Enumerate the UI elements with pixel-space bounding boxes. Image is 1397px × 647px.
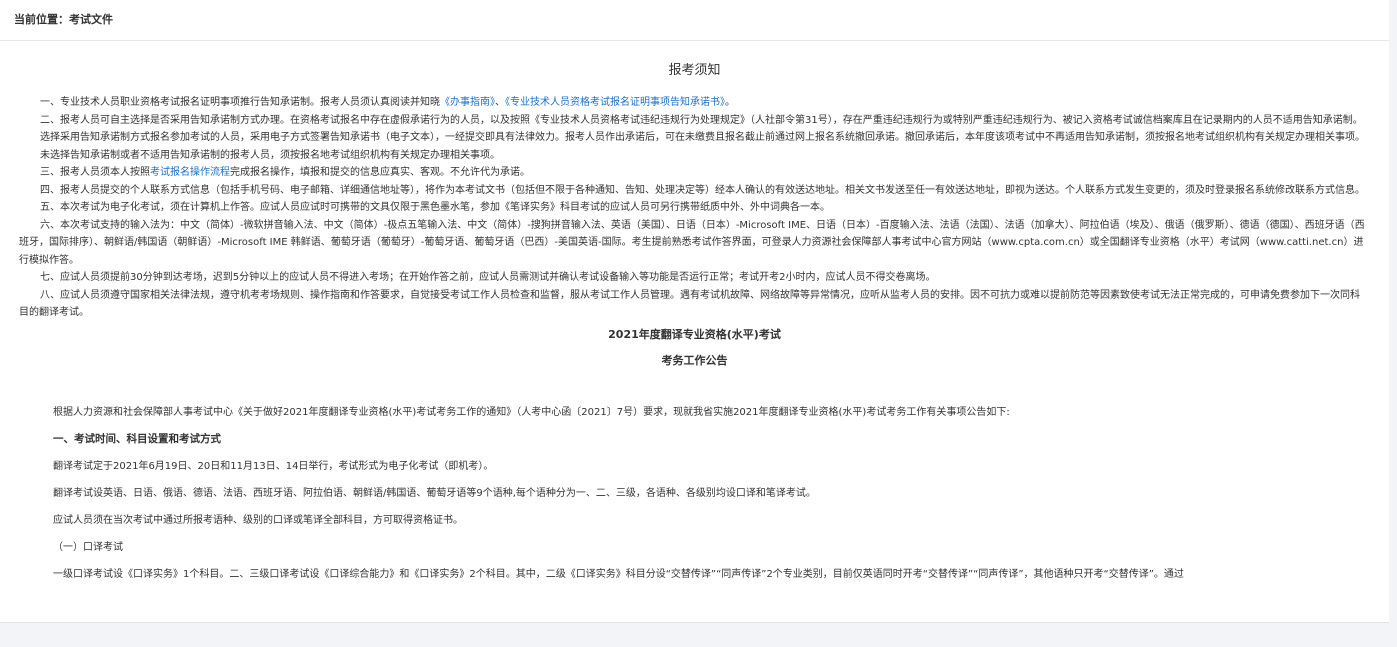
notice-text: 三、报考人员须本人按照 bbox=[40, 167, 150, 178]
page-title: 报考须知 bbox=[668, 63, 721, 78]
notice-text: 完成报名操作，填报和提交的信息应真实、客观。不允许代为承诺。 bbox=[230, 167, 530, 178]
notice-item-5: 三、报考人员须本人按照考试报名操作流程完成报名操作，填报和提交的信息应真实、客观… bbox=[19, 164, 1367, 182]
announcement-subtitle: 考务工作公告 bbox=[661, 353, 728, 367]
notice-text: 。 bbox=[725, 97, 735, 108]
subsection-heading: （一）口译考试 bbox=[53, 541, 123, 553]
notice-item-3: 选择采用告知承诺制方式报名参加考试的人员，采用电子方式签署告知承诺书（电子文本）… bbox=[40, 132, 1365, 143]
registration-process-link[interactable]: 考试报名操作流程 bbox=[150, 167, 230, 178]
notice-item-4: 未选择告知承诺制或者不适用告知承诺制的报考人员，须按报名地考试组织机构有关规定办… bbox=[40, 149, 500, 161]
announcement-paragraph: 应试人员须在当次考试中通过所报考语种、级别的口译或笔译全部科目，方可取得资格证书… bbox=[53, 514, 463, 526]
breadcrumb: 当前位置：考试文件 bbox=[0, 0, 1389, 41]
announcement-body: 根据人力资源和社会保障部人事考试中心《关于做好2021年度翻译专业资格(水平)考… bbox=[0, 399, 1389, 588]
vertical-scrollbar[interactable] bbox=[1389, 0, 1397, 647]
notice-item-2: 二、报考人员可自主选择是否采用告知承诺制方式办理。在资格考试报名中存在虚假承诺行… bbox=[40, 114, 1363, 126]
announcement-paragraph: 翻译考试定于2021年6月19日、20日和11月13日、14日举行，考试形式为电… bbox=[53, 460, 494, 472]
announcement-paragraph: 翻译考试设英语、日语、俄语、德语、法语、西班牙语、阿拉伯语、朝鲜语/韩国语、葡萄… bbox=[53, 487, 816, 499]
notice-text: 、 bbox=[495, 97, 505, 108]
notice-text: 一、专业技术人员职业资格考试报名证明事项推行告知承诺制。报考人员须认真阅读并知晓 bbox=[40, 97, 440, 108]
content-frame: 当前位置：考试文件 报考须知 一、专业技术人员职业资格考试报名证明事项推行告知承… bbox=[0, 0, 1390, 623]
guide-link[interactable]: 《办事指南》 bbox=[440, 97, 495, 108]
notice-item-8: 六、本次考试支持的输入法为：中文（简体）-微软拼音输入法、中文（简体）-极点五笔… bbox=[19, 219, 1365, 266]
notice-item-6: 四、报考人员提交的个人联系方式信息（包括手机号码、电子邮箱、详细通信地址等），将… bbox=[40, 184, 1365, 196]
announcement-paragraph: 一级口译考试设《口译实务》1个科目。二、三级口译考试设《口译综合能力》和《口译实… bbox=[53, 568, 1184, 580]
announcement-intro: 根据人力资源和社会保障部人事考试中心《关于做好2021年度翻译专业资格(水平)考… bbox=[53, 406, 1010, 418]
section-heading: 一、考试时间、科目设置和考试方式 bbox=[53, 432, 221, 445]
notice-item-10: 八、应试人员须遵守国家相关法律法规，遵守机考考场规则、操作指南和作答要求，自觉接… bbox=[19, 289, 1360, 319]
commitment-letter-link[interactable]: 《专业技术人员资格考试报名证明事项告知承诺书》 bbox=[505, 97, 725, 108]
notice-body: 一、专业技术人员职业资格考试报名证明事项推行告知承诺制。报考人员须认真阅读并知晓… bbox=[0, 94, 1389, 322]
announcement-title: 2021年度翻译专业资格(水平)考试 bbox=[608, 327, 781, 341]
notice-item-7: 五、本次考试为电子化考试，须在计算机上作答。应试人员应试时可携带的文具仅限于黑色… bbox=[40, 202, 830, 213]
notice-item-1: 一、专业技术人员职业资格考试报名证明事项推行告知承诺制。报考人员须认真阅读并知晓… bbox=[19, 94, 1367, 112]
notice-item-9: 七、应试人员须提前30分钟到达考场，迟到5分钟以上的应试人员不得进入考场；在开始… bbox=[40, 272, 936, 283]
